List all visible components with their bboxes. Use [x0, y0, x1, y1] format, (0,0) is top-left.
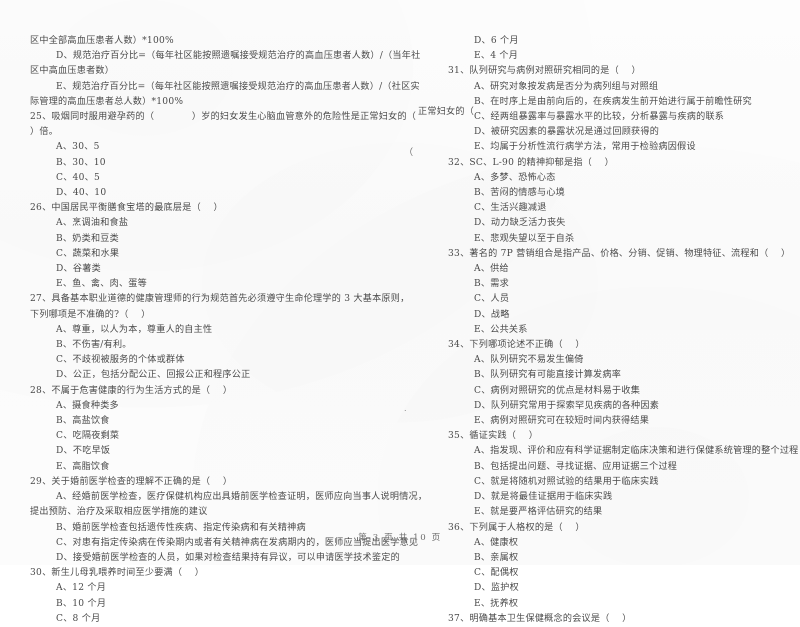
question-stem: 34、下列哪项论述不正确（ ）	[448, 340, 585, 351]
answer-option: D、不吃早饭	[56, 446, 111, 457]
question-stem: 37、明确基本卫生保健概念的会议是（ ）	[448, 613, 632, 624]
answer-option: A、多梦、恐怖心态	[474, 172, 556, 183]
answer-option: D、规范治疗百分比=（每年社区能按照遗嘱接受规范治疗的高血压患者人数）/（当年社	[56, 51, 421, 62]
answer-option: A、指发现、评价和应有科学证据制定临床决策和进行保健系统管理的整个过程	[474, 446, 799, 457]
answer-option: B、10 个月	[56, 598, 107, 609]
answer-option: E、均属于分析性流行病学方法，常用于检验病因假设	[474, 142, 696, 153]
answer-option: E、抚养权	[474, 598, 519, 609]
question-stem: 33、著名的 7P 营销组合是指产品、价格、分销、促销、物理特征、流程和（ ）	[448, 248, 791, 259]
question-stem: 28、不属于危害健康的行为生活方式的是（ ）	[30, 385, 233, 396]
answer-option: D、动力缺乏活力丧失	[474, 218, 566, 229]
answer-option: A、队列研究不易发生偏倚	[474, 355, 584, 366]
answer-option: A、研究对象按发病是否分为病列组与对照组	[474, 81, 659, 92]
gutter-overflow-paren: （	[404, 148, 414, 158]
answer-option: C、就是将随机对照试验的结果用于临床实践	[474, 476, 659, 487]
answer-option: E、悲观失望以至于自杀	[474, 233, 575, 244]
answer-option: A、12 个月	[56, 583, 107, 594]
question-stem: 32、SC、L-90 的精神抑郁是指（ ）	[448, 157, 614, 168]
answer-option: E、高脂饮食	[56, 461, 110, 472]
answer-option: A、烹调油和食盐	[56, 218, 129, 229]
answer-option: B、奶类和豆类	[56, 233, 119, 244]
answer-option: E、病例对照研究可在较短时间内获得结果	[474, 416, 650, 427]
question-stem: 25、吸烟同时服用避孕药的（ ）岁的妇女发生心脑血管意外的危险性是正常妇女的（	[30, 112, 417, 123]
answer-option: A、摄食种类多	[56, 400, 119, 411]
left-text-column: 区中全部高血压患者人数）*100% D、规范治疗百分比=（每年社区能按照遗嘱接受规…	[0, 34, 428, 624]
answer-option: C、配偶权	[474, 568, 519, 579]
answer-option: A、30、5	[56, 142, 100, 153]
answer-option: D、队列研究常用于探索罕见疾病的各种因素	[474, 400, 660, 411]
answer-option: D、40、10	[56, 188, 107, 199]
question-stem: 35、循证实践（ ）	[448, 431, 539, 442]
answer-option: D、6 个月	[474, 36, 519, 46]
answer-option: C、蔬菜和水果	[56, 248, 120, 259]
answer-option: E、鱼、禽、肉、蛋等	[56, 279, 147, 290]
question-stem: 29、关于婚前医学检查的理解不正确的是（ ）	[30, 476, 233, 487]
question-stem: 26、中国居民平衡膳食宝塔的最底层是（ ）	[30, 203, 223, 214]
answer-option: D、监护权	[474, 583, 519, 594]
answer-option: E、规范治疗百分比=（每年社区能按照遗嘱接受规范治疗的高血压患者人数）/（社区实	[56, 81, 420, 92]
answer-option: B、需求	[474, 279, 509, 290]
answer-option: E、4 个月	[474, 51, 519, 62]
answer-option: A、供给	[474, 264, 509, 275]
text-line-continuation: 下列哪项是不准确的?（ ）	[30, 309, 151, 320]
answer-option: B、在时序上是由前向后的，在疾病发生前开始进行属于前瞻性研究	[474, 96, 752, 107]
answer-option: C、40、5	[56, 172, 101, 183]
question-stem: 30、新生儿母乳喂养时间至少要满（ ）	[30, 568, 205, 579]
question-25-overflow: 正常妇女的（	[418, 107, 475, 117]
two-column-body: 区中全部高血压患者人数）*100% D、规范治疗百分比=（每年社区能按照遗嘱接受规…	[0, 34, 800, 624]
answer-option: D、被研究因素的暴露状况是通过回顾获得的	[474, 127, 660, 138]
text-line-continuation: ）倍。	[30, 127, 59, 138]
answer-option: C、吃隔夜剩菜	[56, 431, 120, 442]
answer-option: C、经两组暴露率与暴露水平的比较，分析暴露与疾病的联系	[474, 112, 725, 123]
text-line-continuation: 区中高血压患者数）	[30, 66, 115, 77]
answer-option: B、30、10	[56, 157, 106, 168]
question-stem: 27、具备基本职业道德的健康管理师的行为规范首先必须遵守生命伦理学的 3 大基本…	[30, 294, 410, 305]
answer-option: A、尊重，以人为本，尊重人的自主性	[56, 324, 213, 335]
answer-option: B、包括提出问题、寻找证据、应用证据三个过程	[474, 461, 678, 472]
answer-option: C、病例对照研究的优点是材料易于收集	[474, 385, 641, 396]
question-stem: 31、队列研究与病例对照研究相同的是（ ）	[448, 66, 641, 77]
answer-option: B、苦闷的情感与心境	[474, 188, 566, 199]
text-line-continuation: 区中全部高血压患者人数）*100%	[30, 36, 174, 46]
answer-option: B、队列研究有可能直接计算发病率	[474, 370, 622, 381]
answer-option: C、8 个月	[56, 613, 101, 624]
answer-option: E、就是要严格评估研究的结果	[474, 507, 603, 518]
text-line-continuation: 提出预防、治疗及采取相应医学措施的建议	[30, 507, 208, 518]
scanned-page: 区中全部高血压患者人数）*100% D、规范治疗百分比=（每年社区能按照遗嘱接受规…	[0, 0, 800, 624]
answer-option: D、公正，包括分配公正、回报公正和程序公正	[56, 370, 251, 381]
answer-option: C、不歧视被服务的个体或群体	[56, 355, 185, 366]
answer-option: C、人员	[474, 294, 510, 305]
answer-option: D、谷薯类	[56, 264, 101, 275]
answer-option: D、接受婚前医学检查的人员，如果对检查结果持有异议，可以申请医学技术鉴定的	[56, 552, 400, 563]
gutter-stray-mark: .	[404, 404, 407, 413]
answer-option: B、亲属权	[474, 552, 519, 563]
answer-option: B、不伤害/有利。	[56, 340, 132, 351]
answer-option: C、生活兴趣减退	[474, 203, 547, 214]
answer-option: E、公共关系	[474, 324, 528, 335]
answer-option: D、战略	[474, 309, 510, 320]
answer-option: A、经婚前医学检查，医疗保健机构应出具婚前医学检查证明，医师应向当事人说明情况，	[56, 492, 428, 503]
text-line-continuation: 际管理的高血压患者总人数）*100%	[30, 96, 184, 107]
page-footer: 第 3 页 共 10 页	[358, 533, 442, 543]
answer-option: B、高盐饮食	[56, 416, 110, 427]
answer-option: D、就是将最佳证据用于临床实践	[474, 492, 613, 503]
